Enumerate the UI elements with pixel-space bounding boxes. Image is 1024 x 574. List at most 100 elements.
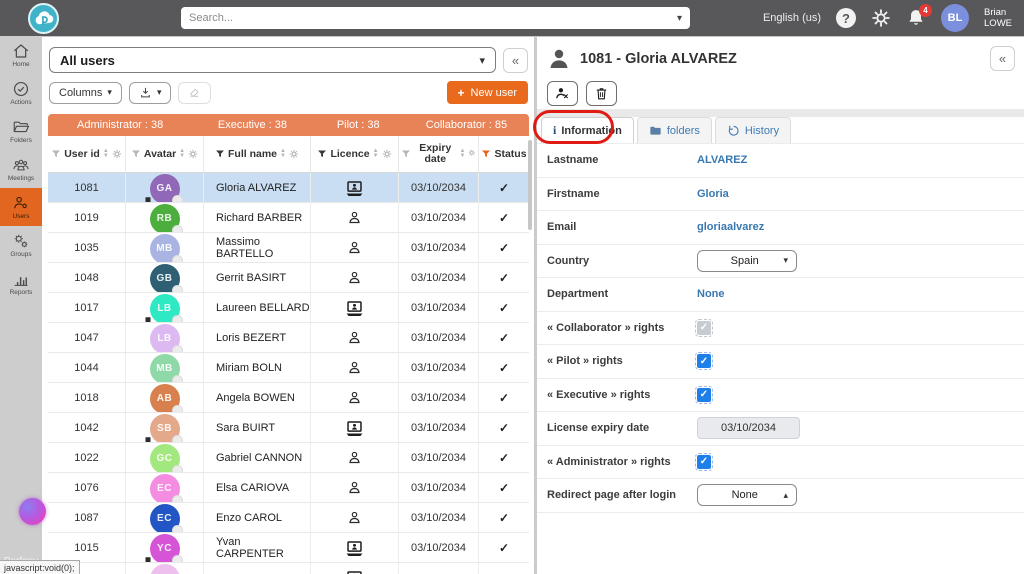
sidebar-item-meetings[interactable]: Meetings (0, 150, 42, 188)
table-row[interactable]: 1044 MB Miriam BOLN 03/10/2034 ✓ (48, 353, 529, 383)
licence-cell (311, 203, 399, 232)
check-icon: ✓ (498, 480, 510, 495)
sidebar-item-folders[interactable]: Folders (0, 112, 42, 150)
table-row[interactable]: 1048 GB Gerrit BASIRT 03/10/2034 ✓ (48, 263, 529, 293)
status-cell: ✓ (479, 533, 529, 562)
sidebar-item-home[interactable]: Home (0, 36, 42, 74)
field-label: « Collaborator » rights (547, 321, 665, 334)
user-avatar[interactable]: BL (941, 4, 970, 32)
presence-dot (171, 224, 183, 232)
column-settings-gear-icon[interactable] (112, 149, 122, 159)
sort-arrows-icon[interactable]: ▲ ▼ (179, 148, 185, 159)
tab-information[interactable]: i Information (541, 117, 634, 143)
column-settings-gear-icon[interactable] (289, 149, 299, 159)
license-expiry-date-input[interactable]: 03/10/2034 (697, 417, 800, 440)
firstname-value-link[interactable]: Gloria (697, 188, 729, 200)
status-cell: ✓ (479, 413, 529, 442)
column-header-user-id[interactable]: User id ▲ ▼ (48, 136, 126, 172)
country-select[interactable]: Spain ▾ (697, 249, 797, 272)
sort-arrows-icon[interactable]: ▲ ▼ (280, 148, 286, 159)
table-row[interactable]: 1022 GC Gabriel CANNON 03/10/2034 ✓ (48, 443, 529, 473)
executive-rights-checkbox[interactable]: ✓ (695, 385, 713, 404)
filter-funnel-icon[interactable] (51, 149, 61, 159)
sidebar-item-reports[interactable]: Reports (0, 264, 42, 302)
table-row[interactable]: 1081 GA Gloria ALVAREZ 03/10/2034 ✓ (48, 173, 529, 203)
table-row[interactable]: 1076 EC Elsa CARIOVA 03/10/2034 ✓ (48, 473, 529, 503)
table-row[interactable]: 1018 AB Angela BOWEN 03/10/2034 ✓ (48, 383, 529, 413)
collapse-detail-panel-button[interactable]: « (990, 46, 1015, 71)
column-header-licence[interactable]: Licence ▲ ▼ (311, 136, 399, 172)
status-cell: ✓ (479, 503, 529, 532)
check-icon: ✓ (498, 210, 510, 225)
users-table: 1081 GA Gloria ALVAREZ 03/10/2034 ✓ 1019… (48, 173, 529, 574)
status-cell: ✓ (479, 293, 529, 322)
columns-button[interactable]: Columns ▾ (49, 81, 122, 104)
filter-funnel-icon[interactable] (215, 149, 225, 159)
filter-funnel-icon[interactable] (481, 149, 491, 159)
clear-filters-button[interactable] (178, 81, 212, 104)
expiry-date-cell: 03/10/2034 (399, 383, 479, 412)
tab-folders[interactable]: folders (636, 117, 712, 143)
table-scrollbar[interactable] (528, 140, 532, 230)
add-user-button[interactable]: + New user (446, 81, 528, 104)
column-header-expiry-date[interactable]: Expiry date ▲ ▼ (399, 136, 479, 172)
settings-gear-icon[interactable] (871, 8, 891, 28)
filter-funnel-icon[interactable] (401, 149, 411, 159)
table-row[interactable]: 1015 YC Yvan CARPENTER 03/10/2034 ✓ (48, 533, 529, 563)
notifications-bell-icon[interactable]: 4 (906, 4, 933, 28)
filter-funnel-icon[interactable] (131, 149, 141, 159)
language-selector[interactable]: English (us) (763, 12, 821, 24)
redirect-page-after-login-select[interactable]: None ▴ (697, 484, 797, 507)
help-icon[interactable]: ? (836, 8, 857, 28)
deactivate-user-button[interactable] (547, 81, 578, 106)
column-settings-gear-icon[interactable] (382, 149, 392, 159)
avatar-cell: YC (126, 533, 204, 562)
trash-icon (594, 86, 609, 101)
status-cell: ✓ (479, 443, 529, 472)
email-value-link[interactable]: gloriaalvarez (697, 221, 764, 233)
sort-arrows-icon[interactable]: ▲ ▼ (460, 148, 466, 159)
sidebar-item-actions[interactable]: Actions (0, 74, 42, 112)
tab-history[interactable]: History (714, 117, 792, 143)
table-row[interactable]: 1047 LB Loris BEZERT 03/10/2034 ✓ (48, 323, 529, 353)
column-header-full-name[interactable]: Full name ▲ ▼ (204, 136, 311, 172)
table-row[interactable]: 1019 RB Richard BARBER 03/10/2034 ✓ (48, 203, 529, 233)
table-row[interactable]: 1017 LB Laureen BELLARD 03/10/2034 ✓ (48, 293, 529, 323)
check-icon: ✓ (498, 360, 510, 375)
filter-funnel-icon[interactable] (317, 149, 327, 159)
sidebar-item-groups[interactable]: Groups (0, 226, 42, 264)
table-row[interactable]: 1035 MB Massimo BARTELLO 03/10/2034 ✓ (48, 233, 529, 263)
avatar-cell: GA (126, 173, 204, 202)
administrator-rights-checkbox[interactable]: ✓ (695, 452, 713, 471)
chevron-down-icon[interactable]: ▾ (677, 13, 682, 24)
field-label: Firstname (547, 187, 600, 200)
column-settings-gear-icon[interactable] (188, 149, 198, 159)
department-value-link[interactable]: None (697, 288, 725, 300)
user-licence-icon (347, 360, 362, 375)
search-input[interactable]: Search... ▾ (181, 7, 690, 29)
collapse-list-panel-button[interactable]: « (503, 47, 528, 73)
user-filter-select[interactable]: All users ▾ (49, 47, 496, 73)
table-row[interactable]: 1042 SB Sara BUIRT 03/10/2034 ✓ (48, 413, 529, 443)
avatar (149, 563, 180, 574)
app-window: Search... ▾ English (us) ? 4 BL Brian LO… (0, 0, 1024, 574)
column-settings-gear-icon[interactable] (468, 149, 476, 159)
field-row-administrator-rights: « Administrator » rights ✓ (537, 446, 1024, 479)
export-button[interactable]: ▾ (128, 81, 172, 104)
lastname-value-link[interactable]: ALVAREZ (697, 154, 747, 166)
presence-dot (171, 344, 183, 352)
delete-user-button[interactable] (586, 81, 617, 106)
user-filter-value: All users (60, 52, 115, 68)
pilot-rights-checkbox[interactable]: ✓ (695, 352, 713, 371)
table-row[interactable] (48, 563, 529, 574)
sidebar-item-users[interactable]: Users (0, 188, 42, 226)
ai-assistant-icon[interactable] (19, 498, 46, 525)
app-logo-icon[interactable] (28, 3, 59, 34)
column-header-avatar[interactable]: Avatar ▲ ▼ (126, 136, 204, 172)
sort-arrows-icon[interactable]: ▲ ▼ (373, 148, 379, 159)
table-row[interactable]: 1087 EC Enzo CAROL 03/10/2034 ✓ (48, 503, 529, 533)
info-icon: i (553, 123, 557, 137)
sort-arrows-icon[interactable]: ▲ ▼ (103, 148, 109, 159)
column-header-status[interactable]: Status (479, 136, 529, 172)
stat-collaborator: Collaborator : 85 (425, 119, 508, 131)
